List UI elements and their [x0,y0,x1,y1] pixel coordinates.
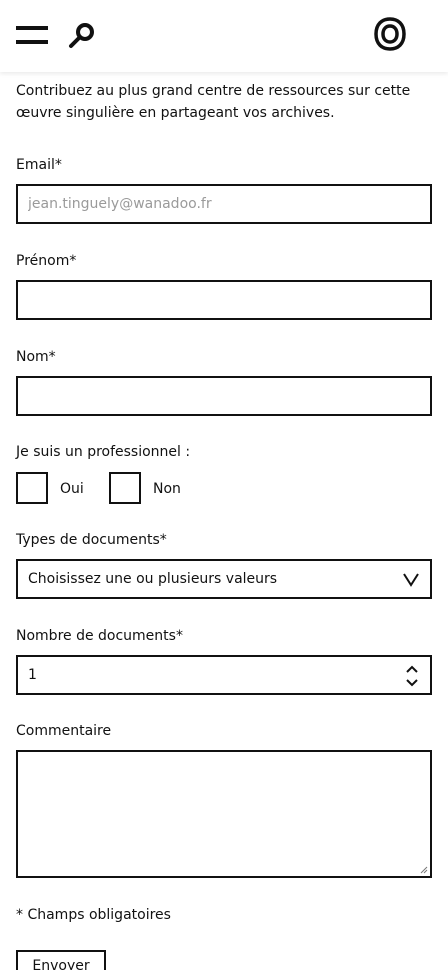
logo-icon-svg [374,17,406,51]
search-icon[interactable] [64,18,100,54]
search-icon-svg [69,23,94,48]
doc-types-selected: Choisissez une ou plusieurs valeurs [28,571,278,587]
firstname-label: Prénom* [16,253,77,269]
doc-count-label: Nombre de documents* [16,628,183,644]
doc-count-stepper[interactable]: 1 [16,655,432,695]
intro-text: Contribuez au plus grand centre de resso… [16,83,411,121]
stepper-arrows-icon[interactable] [404,663,420,689]
chevron-down-icon [403,573,419,587]
checkbox-oui-label: Oui [60,481,84,497]
resize-handle-icon[interactable] [420,866,428,874]
intro-section: Contribuez au plus grand centre de resso… [16,80,432,124]
comment-label: Commentaire [16,723,112,739]
doc-types-label: Types de documents* [16,532,167,548]
comment-textarea[interactable] [16,750,432,878]
checkbox-non-label: Non [153,481,181,497]
email-field[interactable] [16,184,432,224]
hamburger-line [16,40,48,44]
doc-count-value: 1 [28,667,37,683]
logo-icon[interactable] [372,16,408,52]
lastname-field[interactable] [16,376,432,416]
checkbox-oui[interactable] [16,472,48,504]
checkbox-non[interactable] [109,472,141,504]
required-note: * Champs obligatoires [16,907,171,923]
email-label: Email* [16,157,62,173]
doc-types-select[interactable]: Choisissez une ou plusieurs valeurs [16,559,432,599]
hamburger-icon[interactable] [16,26,48,46]
lastname-label: Nom* [16,349,56,365]
firstname-field[interactable] [16,280,432,320]
hamburger-line [16,26,48,30]
top-bar [0,0,448,72]
professional-label: Je suis un professionnel : [16,444,191,460]
submit-button[interactable]: Envoyer [16,950,106,970]
